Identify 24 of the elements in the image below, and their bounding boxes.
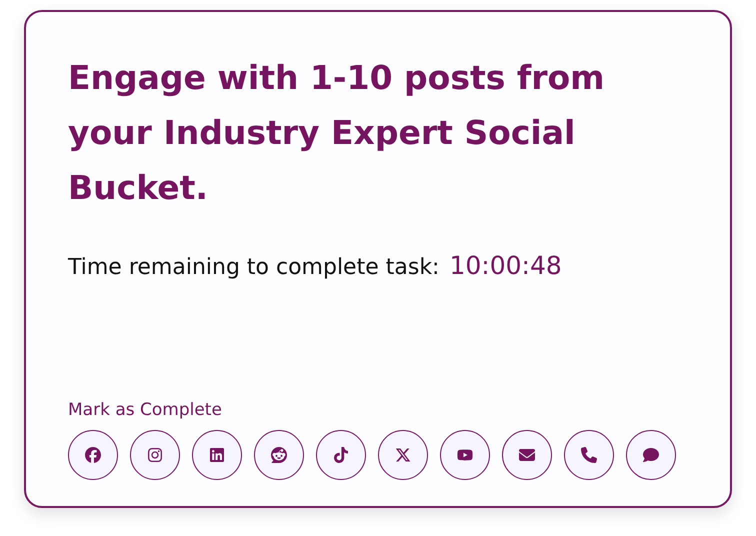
- countdown-timer: 10:00:48: [449, 251, 562, 280]
- reddit-button[interactable]: [254, 430, 304, 480]
- chat-bubble-button[interactable]: [626, 430, 676, 480]
- facebook-button[interactable]: [68, 430, 118, 480]
- linkedin-button[interactable]: [192, 430, 242, 480]
- linkedin-icon: [209, 447, 225, 463]
- youtube-button[interactable]: [440, 430, 490, 480]
- envelope-icon: [519, 447, 535, 463]
- envelope-button[interactable]: [502, 430, 552, 480]
- tiktok-icon: [333, 447, 349, 463]
- facebook-icon: [85, 447, 101, 463]
- phone-icon: [581, 447, 597, 463]
- phone-button[interactable]: [564, 430, 614, 480]
- x-icon: [395, 447, 411, 463]
- instagram-button[interactable]: [130, 430, 180, 480]
- tiktok-button[interactable]: [316, 430, 366, 480]
- task-title: Engage with 1-10 posts from your Industry Expert Social Bucket.: [68, 57, 606, 209]
- x-button[interactable]: [378, 430, 428, 480]
- youtube-icon: [457, 447, 473, 463]
- mark-complete-link[interactable]: Mark as Complete: [68, 400, 222, 420]
- timer-label: Time remaining to complete task:: [68, 255, 440, 280]
- chat-bubble-icon: [643, 447, 659, 463]
- instagram-icon: [147, 447, 163, 463]
- reddit-icon: [271, 447, 287, 463]
